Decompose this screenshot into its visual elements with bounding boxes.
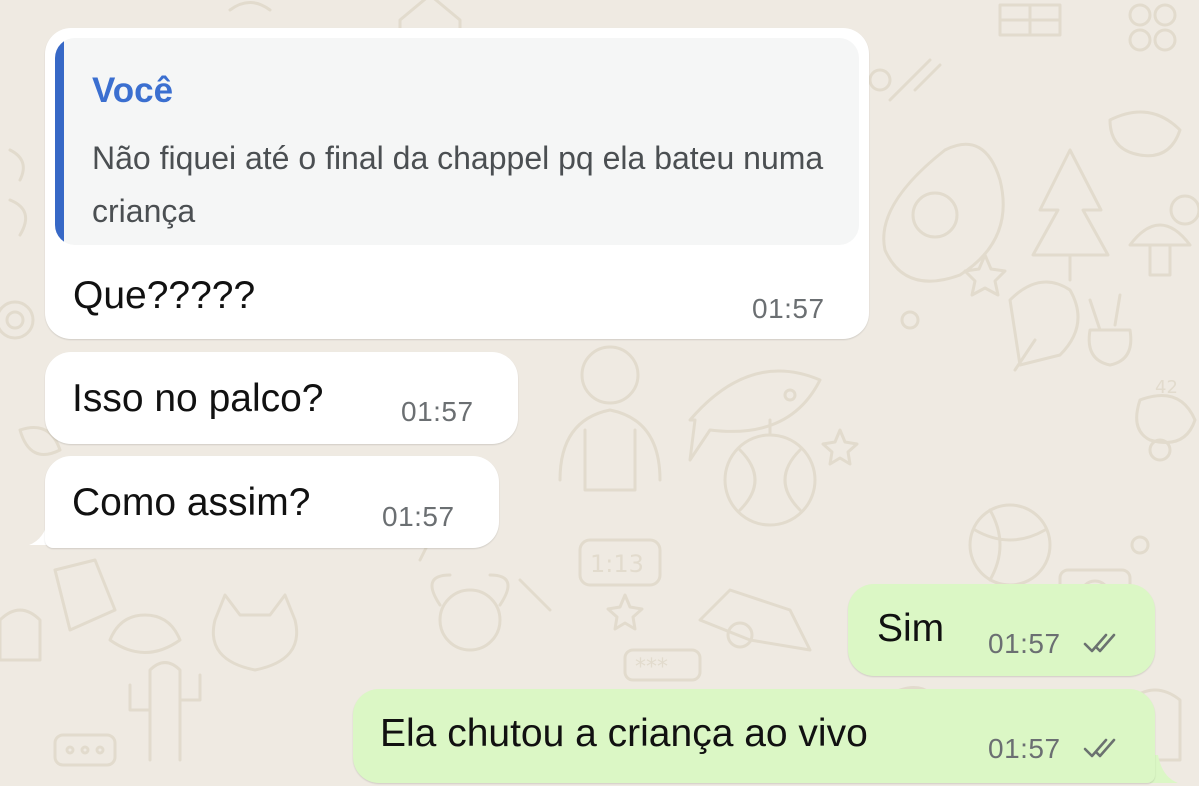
message-time: 01:57: [382, 501, 455, 532]
message-time: 01:57: [988, 628, 1061, 659]
message-bubble-incoming[interactable]: Como assim? 01:57: [45, 456, 499, 548]
message-bubble-outgoing[interactable]: Ela chutou a criança ao vivo 01:57: [353, 689, 1155, 783]
reply-quote-accent-bar: [55, 38, 64, 245]
svg-text:42: 42: [1155, 377, 1178, 398]
reply-quote-text: Não fiquei até o final da chappel pq ela…: [92, 140, 824, 229]
message-text: Ela chutou a criança ao vivo: [380, 712, 868, 755]
reply-quote[interactable]: Você Não fiquei até o final da chappel p…: [55, 38, 859, 245]
message-bubble-incoming[interactable]: Isso no palco? 01:57: [45, 352, 518, 444]
svg-text:***: ***: [635, 655, 668, 680]
reply-quote-author: Você: [92, 71, 174, 110]
message-time: 01:57: [752, 293, 825, 324]
message-text: Isso no palco?: [72, 377, 324, 420]
double-check-icon: [1083, 738, 1116, 758]
message-bubble-outgoing[interactable]: Sim 01:57: [848, 584, 1155, 676]
message-text: Que?????: [73, 274, 256, 317]
message-time: 01:57: [401, 396, 474, 427]
message-text: Sim: [877, 607, 945, 650]
svg-text:1:13: 1:13: [590, 550, 644, 578]
message-time: 01:57: [988, 733, 1061, 764]
message-bubble-incoming[interactable]: Você Não fiquei até o final da chappel p…: [45, 28, 869, 339]
message-text: Como assim?: [72, 481, 311, 524]
double-check-icon: [1083, 633, 1116, 653]
